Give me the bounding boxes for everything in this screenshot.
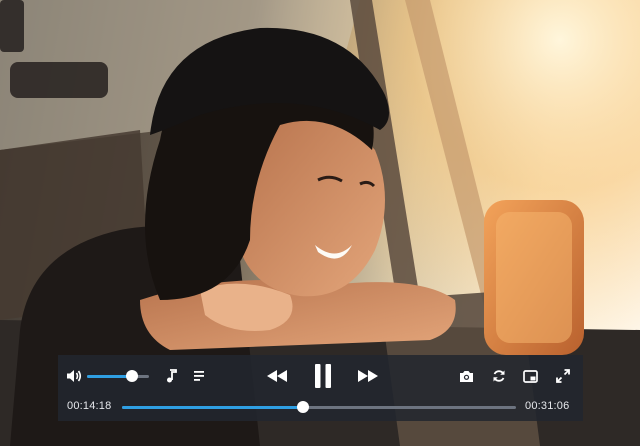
screenshot-button[interactable] xyxy=(456,366,476,386)
mini-player-button[interactable] xyxy=(520,366,540,386)
seek-handle[interactable] xyxy=(297,401,310,413)
rewind-button[interactable] xyxy=(264,365,290,387)
playlist-button[interactable] xyxy=(190,366,208,386)
audio-track-button[interactable] xyxy=(162,366,180,386)
total-duration: 00:31:06 xyxy=(525,400,570,412)
volume-level xyxy=(87,375,132,378)
camera-icon xyxy=(459,370,473,382)
rewind-icon xyxy=(267,370,287,382)
seek-bar[interactable] xyxy=(122,401,516,413)
volume-button[interactable] xyxy=(64,366,84,386)
fullscreen-button[interactable] xyxy=(553,366,573,386)
list-icon xyxy=(194,371,204,381)
pause-icon xyxy=(315,364,331,388)
playback-progress xyxy=(122,406,304,409)
loop-button[interactable] xyxy=(489,366,509,386)
current-time: 00:14:18 xyxy=(67,400,112,412)
volume-slider[interactable] xyxy=(87,370,149,382)
fast-forward-button[interactable] xyxy=(355,365,381,387)
pause-button[interactable] xyxy=(310,361,336,391)
player-control-bar: 00:14:18 00:31:06 xyxy=(58,355,583,421)
fullscreen-icon xyxy=(556,369,570,383)
loop-icon xyxy=(493,370,505,382)
music-note-icon xyxy=(167,369,177,383)
speaker-icon xyxy=(67,370,82,382)
fast-forward-icon xyxy=(358,370,378,382)
volume-handle[interactable] xyxy=(125,370,138,382)
picture-in-picture-icon xyxy=(522,369,538,383)
